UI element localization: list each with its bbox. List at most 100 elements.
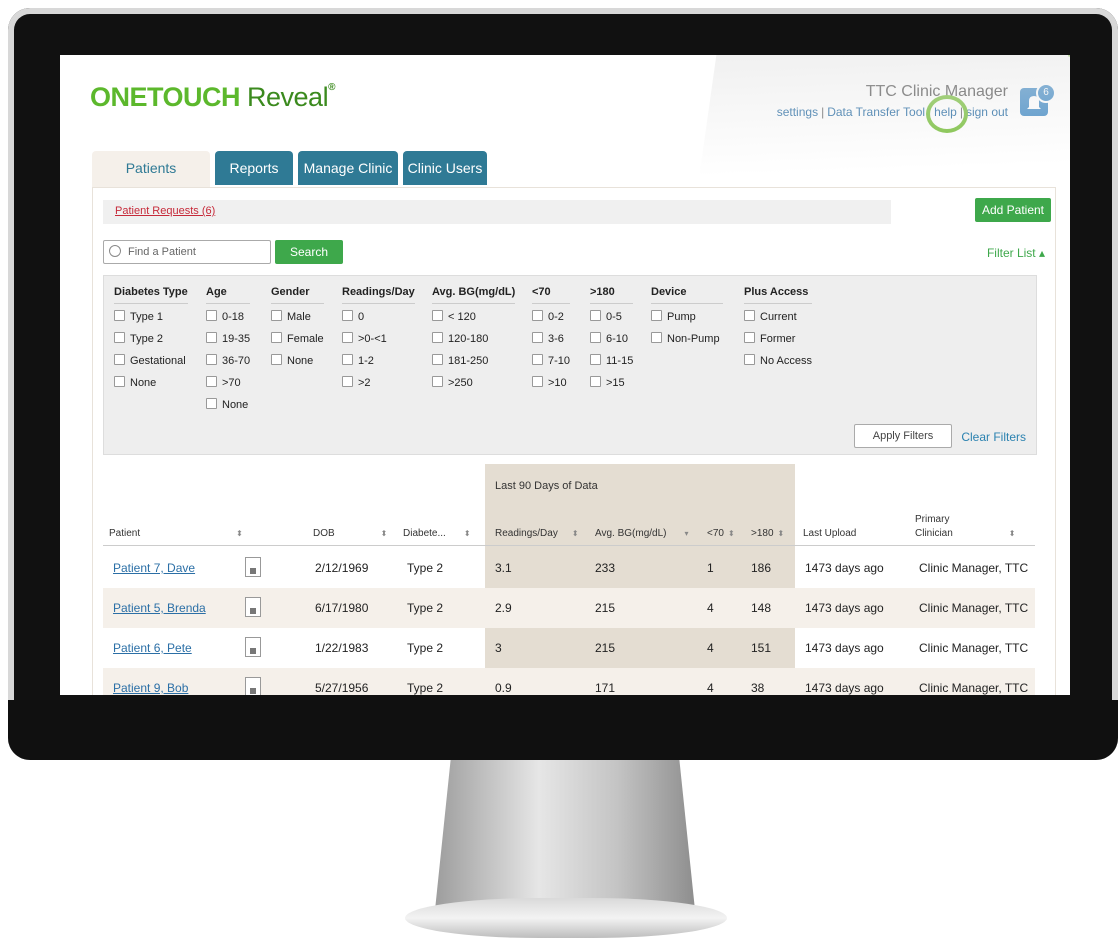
tab-clinic-users[interactable]: Clinic Users bbox=[403, 151, 487, 185]
filter-option[interactable]: >10 bbox=[532, 376, 570, 398]
col-header-readings-per-day[interactable]: Readings/Day ⬍ bbox=[495, 528, 579, 539]
monitor-stand bbox=[435, 760, 695, 910]
filter-option[interactable]: 19-35 bbox=[206, 332, 250, 354]
filter-option[interactable]: 0-2 bbox=[532, 310, 570, 332]
checkbox[interactable] bbox=[206, 376, 217, 387]
checkbox[interactable] bbox=[744, 310, 755, 321]
checkbox[interactable] bbox=[532, 310, 543, 321]
filter-option[interactable]: 0-5 bbox=[590, 310, 633, 332]
tab-reports[interactable]: Reports bbox=[215, 151, 293, 185]
filter-option[interactable]: Former bbox=[744, 332, 812, 354]
filter-option[interactable]: Female bbox=[271, 332, 324, 354]
col-header-clinician[interactable]: Clinician ⬍ bbox=[915, 528, 1016, 539]
checkbox[interactable] bbox=[432, 332, 443, 343]
report-icon[interactable] bbox=[245, 557, 261, 577]
checkbox[interactable] bbox=[271, 354, 282, 365]
col-header-above-180[interactable]: >180 ⬍ bbox=[751, 528, 784, 539]
patient-link[interactable]: Patient 6, Pete bbox=[113, 641, 192, 655]
checkbox[interactable] bbox=[432, 354, 443, 365]
checkbox[interactable] bbox=[114, 310, 125, 321]
patient-link[interactable]: Patient 9, Bob bbox=[113, 681, 188, 695]
add-patient-button[interactable]: Add Patient bbox=[975, 198, 1051, 222]
sign-out-link[interactable]: sign out bbox=[966, 105, 1008, 119]
filter-option[interactable]: Non-Pump bbox=[651, 332, 723, 354]
filter-option[interactable]: 181-250 bbox=[432, 354, 515, 376]
tab-patients[interactable]: Patients bbox=[92, 151, 210, 187]
checkbox[interactable] bbox=[114, 354, 125, 365]
checkbox[interactable] bbox=[590, 310, 601, 321]
col-header-dob[interactable]: DOB ⬍ bbox=[313, 528, 387, 539]
filter-option[interactable]: 120-180 bbox=[432, 332, 515, 354]
checkbox[interactable] bbox=[651, 332, 662, 343]
checkbox[interactable] bbox=[744, 332, 755, 343]
filter-option[interactable]: 36-70 bbox=[206, 354, 250, 376]
filter-option[interactable]: >15 bbox=[590, 376, 633, 398]
checkbox[interactable] bbox=[432, 310, 443, 321]
checkbox[interactable] bbox=[206, 398, 217, 409]
col-header-diabetes-type[interactable]: Diabete... ⬍ bbox=[403, 528, 471, 539]
settings-link[interactable]: settings bbox=[777, 105, 818, 119]
checkbox[interactable] bbox=[206, 332, 217, 343]
data-transfer-tool-link[interactable]: Data Transfer Tool bbox=[827, 105, 925, 119]
filter-option[interactable]: >250 bbox=[432, 376, 515, 398]
checkbox[interactable] bbox=[342, 310, 353, 321]
checkbox[interactable] bbox=[532, 376, 543, 387]
checkbox[interactable] bbox=[590, 354, 601, 365]
apply-filters-button[interactable]: Apply Filters bbox=[854, 424, 952, 448]
checkbox[interactable] bbox=[432, 376, 443, 387]
checkbox[interactable] bbox=[206, 354, 217, 365]
filter-option[interactable]: >2 bbox=[342, 376, 415, 398]
report-icon[interactable] bbox=[245, 677, 261, 695]
filter-option[interactable]: 0 bbox=[342, 310, 415, 332]
checkbox[interactable] bbox=[651, 310, 662, 321]
col-header-below-70[interactable]: <70 ⬍ bbox=[707, 528, 735, 539]
last-90-days-title: Last 90 Days of Data bbox=[495, 480, 598, 492]
filter-option[interactable]: < 120 bbox=[432, 310, 515, 332]
filter-option[interactable]: 7-10 bbox=[532, 354, 570, 376]
filter-option[interactable]: None bbox=[206, 398, 250, 420]
checkbox[interactable] bbox=[590, 332, 601, 343]
filter-option[interactable]: Type 2 bbox=[114, 332, 188, 354]
filter-option[interactable]: Gestational bbox=[114, 354, 188, 376]
patient-link[interactable]: Patient 7, Dave bbox=[113, 561, 195, 575]
filter-option[interactable]: Male bbox=[271, 310, 324, 332]
checkbox[interactable] bbox=[342, 332, 353, 343]
checkbox[interactable] bbox=[590, 376, 601, 387]
clear-filters-link[interactable]: Clear Filters bbox=[961, 430, 1026, 444]
checkbox[interactable] bbox=[114, 376, 125, 387]
filter-option[interactable]: Type 1 bbox=[114, 310, 188, 332]
filter-option[interactable]: 1-2 bbox=[342, 354, 415, 376]
checkbox[interactable] bbox=[271, 332, 282, 343]
filter-option[interactable]: >70 bbox=[206, 376, 250, 398]
checkbox[interactable] bbox=[532, 332, 543, 343]
report-icon[interactable] bbox=[245, 597, 261, 617]
report-icon[interactable] bbox=[245, 637, 261, 657]
checkbox[interactable] bbox=[114, 332, 125, 343]
filter-option[interactable]: 6-10 bbox=[590, 332, 633, 354]
filter-option[interactable]: 3-6 bbox=[532, 332, 570, 354]
col-header-last-upload[interactable]: Last Upload bbox=[803, 528, 856, 539]
checkbox[interactable] bbox=[271, 310, 282, 321]
patient-requests-link[interactable]: Patient Requests (6) bbox=[115, 205, 215, 217]
checkbox[interactable] bbox=[744, 354, 755, 365]
filter-list-toggle[interactable]: Filter List ▴ bbox=[987, 246, 1045, 260]
filter-option[interactable]: Pump bbox=[651, 310, 723, 332]
checkbox[interactable] bbox=[342, 376, 353, 387]
table-row: Patient 6, Pete 1/22/1983 Type 2 3 215 4… bbox=[103, 628, 1035, 668]
col-header-avg-bg[interactable]: Avg. BG(mg/dL) ▾ bbox=[595, 528, 689, 539]
checkbox[interactable] bbox=[206, 310, 217, 321]
patient-link[interactable]: Patient 5, Brenda bbox=[113, 601, 206, 615]
filter-option[interactable]: None bbox=[271, 354, 324, 376]
filter-option[interactable]: 0-18 bbox=[206, 310, 250, 332]
tab-manage-clinic[interactable]: Manage Clinic bbox=[298, 151, 398, 185]
checkbox[interactable] bbox=[532, 354, 543, 365]
checkbox[interactable] bbox=[342, 354, 353, 365]
patient-search-input[interactable]: Find a Patient bbox=[103, 240, 271, 264]
filter-option[interactable]: >0-<1 bbox=[342, 332, 415, 354]
filter-option[interactable]: No Access bbox=[744, 354, 812, 376]
filter-option[interactable]: None bbox=[114, 376, 188, 398]
filter-option[interactable]: 11-15 bbox=[590, 354, 633, 376]
search-button[interactable]: Search bbox=[275, 240, 343, 264]
col-header-patient[interactable]: Patient ⬍ bbox=[109, 528, 243, 539]
filter-option[interactable]: Current bbox=[744, 310, 812, 332]
